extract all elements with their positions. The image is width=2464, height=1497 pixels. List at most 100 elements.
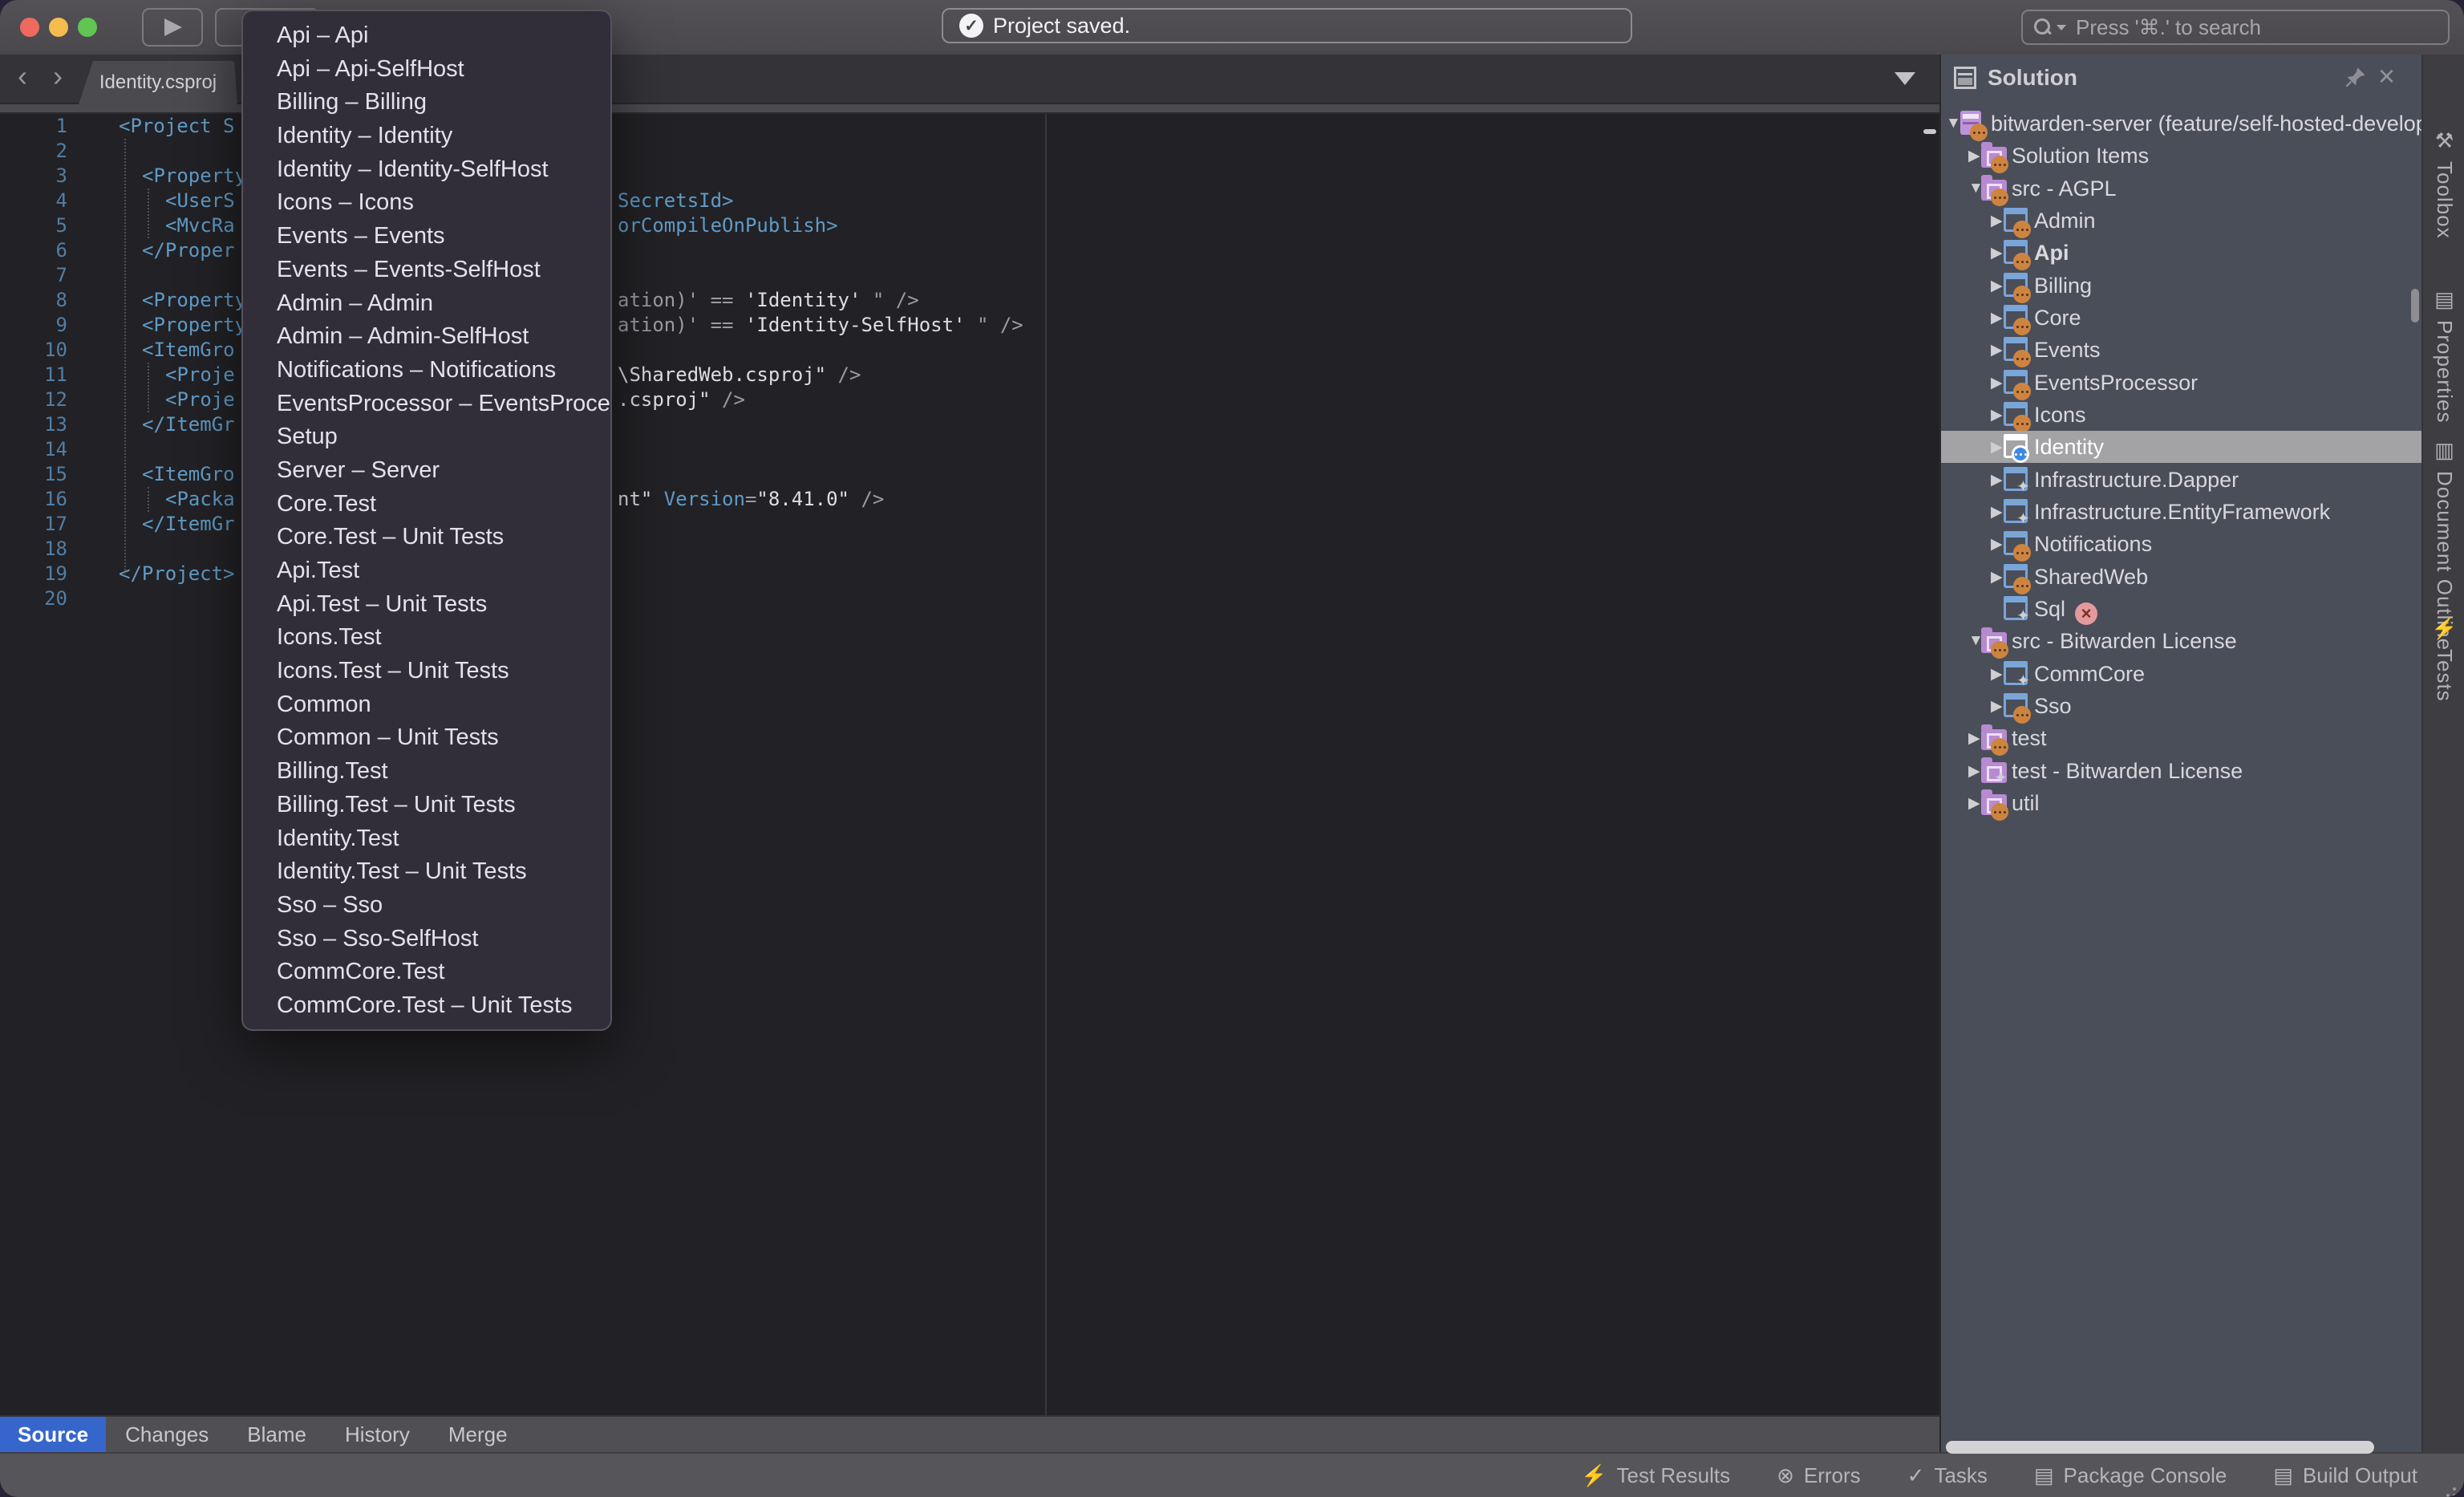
- tree-row-core[interactable]: ▶Core: [1941, 302, 2421, 334]
- menu-item-icons-icons[interactable]: Icons – Icons: [243, 186, 610, 220]
- menu-item-admin-admin[interactable]: Admin – Admin: [243, 287, 610, 321]
- chevron-collapsed-icon[interactable]: ▶: [1991, 665, 2003, 684]
- close-window-button[interactable]: [20, 18, 39, 37]
- tree-row-sso[interactable]: ▶Sso: [1941, 690, 2421, 722]
- menu-item-setup[interactable]: Setup: [243, 420, 610, 454]
- chevron-collapsed-icon[interactable]: ▶: [1991, 568, 2003, 586]
- dock-tab-properties[interactable]: ▤Properties: [2423, 287, 2464, 424]
- statusbar-errors[interactable]: ⊗Errors: [1777, 1463, 1861, 1488]
- menu-item-server-server[interactable]: Server – Server: [243, 454, 610, 488]
- menu-item-events-events-selfhost[interactable]: Events – Events-SelfHost: [243, 254, 610, 287]
- navigate-forward-button[interactable]: ›: [43, 59, 72, 93]
- menu-item-identity-identity[interactable]: Identity – Identity: [243, 120, 610, 153]
- tree-row-bitwarden-server-feature-self-hosted-development-[interactable]: ▼bitwarden-server (feature/self-hosted-d…: [1941, 108, 2421, 140]
- tree-row-sql[interactable]: ✦Sql×: [1941, 593, 2421, 625]
- menu-item-identity-test-unit-tests[interactable]: Identity.Test – Unit Tests: [243, 855, 610, 889]
- menu-item-identity-test[interactable]: Identity.Test: [243, 822, 610, 856]
- chevron-collapsed-icon[interactable]: ▶: [1991, 535, 2003, 554]
- tree-row-sharedweb[interactable]: ▶SharedWeb: [1941, 561, 2421, 593]
- tree-row-infrastructure-dapper[interactable]: ▶✦Infrastructure.Dapper: [1941, 464, 2421, 496]
- tab-overflow-button[interactable]: [1895, 72, 1915, 85]
- solution-horizontal-scrollbar-thumb[interactable]: [1946, 1441, 2374, 1454]
- tree-row-billing[interactable]: ▶Billing: [1941, 270, 2421, 302]
- run-button[interactable]: [142, 8, 203, 47]
- menu-item-events-events[interactable]: Events – Events: [243, 220, 610, 254]
- tree-row-src-agpl[interactable]: ▼src - AGPL: [1941, 172, 2421, 205]
- resize-grip[interactable]: [2453, 1487, 2456, 1491]
- tree-row-api[interactable]: ▶Api: [1941, 237, 2421, 269]
- tree-row-events[interactable]: ▶Events: [1941, 334, 2421, 366]
- menu-item-api-api-selfhost[interactable]: Api – Api-SelfHost: [243, 53, 610, 87]
- menu-item-core-test-unit-tests[interactable]: Core.Test – Unit Tests: [243, 521, 610, 554]
- chevron-expanded-icon[interactable]: ▼: [1946, 115, 1961, 132]
- chevron-collapsed-icon[interactable]: ▶: [1991, 471, 2003, 489]
- minimize-window-button[interactable]: [49, 18, 68, 37]
- dock-tab-toolbox[interactable]: ⚒Toolbox: [2423, 128, 2464, 239]
- pin-icon[interactable]: [2344, 66, 2367, 92]
- vc-tab-blame[interactable]: Blame: [228, 1417, 326, 1452]
- menu-item-admin-admin-selfhost[interactable]: Admin – Admin-SelfHost: [243, 320, 610, 354]
- tree-row-src-bitwarden-license[interactable]: ▼src - Bitwarden License: [1941, 625, 2421, 657]
- tab-identity-csproj[interactable]: Identity.csproj: [79, 61, 237, 104]
- chevron-collapsed-icon[interactable]: ▶: [1968, 147, 1980, 165]
- menu-item-api-api[interactable]: Api – Api: [243, 19, 610, 53]
- menu-item-api-test[interactable]: Api.Test: [243, 554, 610, 588]
- tree-row-commcore[interactable]: ▶✦CommCore: [1941, 658, 2421, 690]
- menu-item-common[interactable]: Common: [243, 688, 610, 722]
- tree-row-eventsprocessor[interactable]: ▶EventsProcessor: [1941, 367, 2421, 399]
- menu-item-core-test[interactable]: Core.Test: [243, 488, 610, 521]
- chevron-collapsed-icon[interactable]: ▶: [1991, 438, 2003, 456]
- vc-tab-source[interactable]: Source: [0, 1417, 106, 1452]
- dock-tab-tests[interactable]: ⚡Tests: [2423, 616, 2464, 702]
- menu-item-icons-test[interactable]: Icons.Test: [243, 621, 610, 655]
- chevron-collapsed-icon[interactable]: ▶: [1991, 374, 2003, 392]
- chevron-collapsed-icon[interactable]: ▶: [1991, 212, 2003, 230]
- tree-row-admin[interactable]: ▶Admin: [1941, 205, 2421, 237]
- statusbar-package-console[interactable]: ▤Package Console: [2034, 1463, 2227, 1488]
- menu-item-commcore-test[interactable]: CommCore.Test: [243, 955, 610, 989]
- menu-item-api-test-unit-tests[interactable]: Api.Test – Unit Tests: [243, 588, 610, 622]
- chevron-collapsed-icon[interactable]: ▶: [1968, 762, 1980, 781]
- chevron-collapsed-icon[interactable]: ▶: [1991, 309, 2003, 327]
- menu-item-sso-sso[interactable]: Sso – Sso: [243, 889, 610, 923]
- statusbar-test-results[interactable]: ⚡Test Results: [1581, 1463, 1730, 1488]
- vc-tab-merge[interactable]: Merge: [429, 1417, 527, 1452]
- tree-row-util[interactable]: ▶util: [1941, 787, 2421, 819]
- statusbar-tasks[interactable]: ✓Tasks: [1907, 1463, 1988, 1488]
- tree-row-solution-items[interactable]: ▶Solution Items: [1941, 140, 2421, 172]
- vc-tab-changes[interactable]: Changes: [106, 1417, 228, 1452]
- menu-item-billing-billing[interactable]: Billing – Billing: [243, 86, 610, 120]
- chevron-collapsed-icon[interactable]: ▶: [1968, 794, 1980, 813]
- menu-item-icons-test-unit-tests[interactable]: Icons.Test – Unit Tests: [243, 655, 610, 688]
- tree-row-icons[interactable]: ▶Icons: [1941, 399, 2421, 431]
- chevron-collapsed-icon[interactable]: ▶: [1991, 341, 2003, 359]
- vc-tab-history[interactable]: History: [326, 1417, 429, 1452]
- menu-item-common-unit-tests[interactable]: Common – Unit Tests: [243, 721, 610, 755]
- chevron-collapsed-icon[interactable]: ▶: [1991, 503, 2003, 521]
- menu-item-billing-test-unit-tests[interactable]: Billing.Test – Unit Tests: [243, 789, 610, 822]
- menu-item-notifications-notifications[interactable]: Notifications – Notifications: [243, 354, 610, 387]
- tree-row-test[interactable]: ▶test: [1941, 722, 2421, 754]
- solution-vertical-scrollbar-thumb[interactable]: [2411, 289, 2419, 323]
- menu-item-identity-identity-selfhost[interactable]: Identity – Identity-SelfHost: [243, 153, 610, 187]
- chevron-collapsed-icon[interactable]: ▶: [1991, 277, 2003, 295]
- chevron-collapsed-icon[interactable]: ▶: [1991, 244, 2003, 262]
- statusbar-build-output[interactable]: ▤Build Output: [2273, 1463, 2417, 1488]
- menu-item-commcore-test-unit-tests[interactable]: CommCore.Test – Unit Tests: [243, 989, 610, 1023]
- tree-row-test-bitwarden-license[interactable]: ▶✦test - Bitwarden License: [1941, 755, 2421, 787]
- menu-item-billing-test[interactable]: Billing.Test: [243, 755, 610, 789]
- chevron-collapsed-icon[interactable]: ▶: [1991, 697, 2003, 716]
- tree-row-identity[interactable]: ▶Identity: [1941, 431, 2421, 463]
- menu-item-eventsprocessor-eventsprocessor[interactable]: EventsProcessor – EventsProcessor: [243, 387, 610, 421]
- global-search-input[interactable]: Press '⌘.' to search: [2021, 10, 2450, 45]
- tree-row-notifications[interactable]: ▶Notifications: [1941, 528, 2421, 560]
- tree-row-infrastructure-entityframework[interactable]: ▶✦Infrastructure.EntityFramework: [1941, 496, 2421, 528]
- menu-item-sso-sso-selfhost[interactable]: Sso – Sso-SelfHost: [243, 923, 610, 956]
- editor-scrollbar-thumb[interactable]: [1923, 129, 1936, 134]
- chevron-collapsed-icon[interactable]: ▶: [1968, 729, 1980, 748]
- search-scope-chevron-icon[interactable]: [2057, 25, 2066, 30]
- zoom-window-button[interactable]: [78, 18, 97, 37]
- chevron-collapsed-icon[interactable]: ▶: [1991, 406, 2003, 424]
- close-icon[interactable]: ×: [2378, 59, 2395, 93]
- navigate-back-button[interactable]: ‹: [8, 59, 37, 93]
